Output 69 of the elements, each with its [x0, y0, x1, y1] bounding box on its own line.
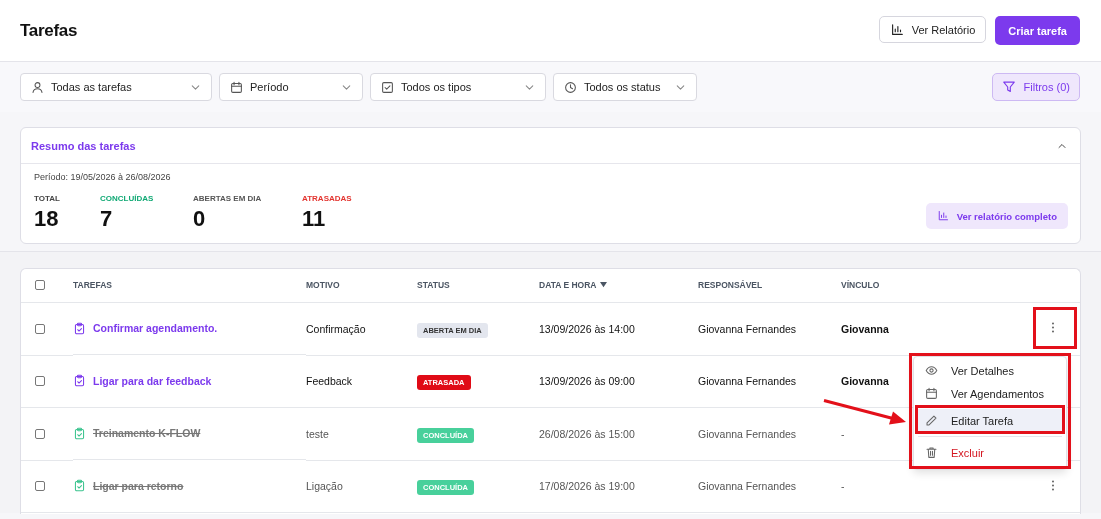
stat-label: CONCLUÍDAS	[100, 194, 155, 203]
table-cell: Ligação	[306, 480, 343, 493]
page-title: Tarefas	[20, 20, 78, 41]
bar-chart-icon	[936, 210, 949, 222]
checkbox-icon	[381, 80, 394, 94]
highlight-box	[1033, 307, 1077, 349]
table-cell: Giovanna Fernandes	[698, 375, 797, 388]
row-checkbox[interactable]	[35, 481, 45, 492]
create-task-button[interactable]: Criar tarefa	[995, 16, 1080, 45]
stat-label: ABERTAS EM DIA	[193, 194, 263, 203]
column-header[interactable]: DATA E HORA	[539, 280, 597, 291]
table-cell: Giovanna	[841, 375, 889, 388]
menu-item[interactable]: Excluir	[918, 441, 1062, 464]
calendar-icon	[925, 387, 938, 400]
bar-chart-icon	[889, 22, 904, 37]
table-cell: -	[841, 427, 845, 440]
task-link[interactable]: Ligar para retorno	[93, 479, 184, 492]
row-checkbox[interactable]	[35, 323, 45, 334]
sort-down-icon[interactable]	[600, 281, 608, 289]
table-cell: teste	[306, 427, 329, 440]
filter-dropdown[interactable]: Todos os tipos	[370, 73, 546, 101]
more-options-icon[interactable]	[1050, 322, 1055, 333]
table-cell: 26/08/2026 às 15:00	[539, 427, 635, 440]
menu-item[interactable]: Editar Tarefa	[918, 409, 1062, 432]
table-cell: Giovanna Fernandes	[698, 427, 797, 440]
filter-dropdown[interactable]: Todos os status	[553, 73, 697, 101]
stat-label: TOTAL	[34, 194, 61, 203]
full-report-button[interactable]: Ver relatório completo	[925, 203, 1068, 229]
stat-value: 11	[302, 206, 327, 232]
filters-button[interactable]: Filtros (0)	[991, 73, 1080, 101]
stat-label: ATRASADAS	[302, 194, 353, 203]
stat-value: 7	[100, 206, 114, 232]
calendar-icon	[230, 80, 243, 94]
select-all-checkbox[interactable]	[35, 280, 45, 291]
user-icon	[31, 80, 44, 94]
stat-value: 18	[34, 206, 60, 232]
period-text: Período: 19/05/2026 à 26/08/2026	[34, 172, 172, 182]
table-cell: Giovanna Fernandes	[698, 322, 797, 335]
column-header: RESPONSÁVEL	[698, 280, 763, 291]
table-cell: 13/09/2026 às 14:00	[539, 322, 635, 335]
table-cell: -	[841, 480, 845, 493]
table-cell: Feedback	[306, 375, 353, 388]
table-cell: 17/08/2026 às 19:00	[539, 480, 635, 493]
clock-icon	[564, 80, 577, 94]
column-header: MOTIVO	[306, 280, 340, 291]
table-cell: Confirmação	[306, 322, 366, 335]
stat-value: 0	[193, 206, 207, 232]
row-checkbox[interactable]	[35, 376, 45, 387]
eye-icon	[925, 364, 938, 377]
menu-item[interactable]: Ver Agendamentos	[918, 382, 1062, 405]
summary-title: Resumo das tarefas	[31, 139, 136, 152]
task-link[interactable]: Ligar para dar feedback	[93, 374, 212, 387]
column-header: TAREFAS	[73, 280, 113, 291]
task-link[interactable]: Confirmar agendamento.	[93, 322, 218, 335]
trash-icon	[925, 446, 938, 459]
filter-dropdown[interactable]: Todas as tarefas	[20, 73, 212, 101]
filter-dropdown[interactable]: Período	[219, 73, 363, 101]
table-cell: Giovanna	[841, 322, 889, 335]
column-header: VÍNCULO	[841, 280, 880, 291]
table-cell: Giovanna Fernandes	[698, 480, 797, 493]
task-link[interactable]: Treinamento K-FLOW	[93, 427, 201, 440]
filter-icon	[1001, 80, 1016, 94]
column-header: STATUS	[417, 280, 450, 291]
menu-item[interactable]: Ver Detalhes	[918, 359, 1062, 382]
report-button[interactable]: Ver Relatório	[878, 16, 987, 43]
pencil-icon	[925, 414, 938, 427]
table-cell: 13/09/2026 às 09:00	[539, 375, 635, 388]
more-options-icon[interactable]	[1050, 479, 1055, 491]
row-checkbox[interactable]	[35, 428, 45, 439]
